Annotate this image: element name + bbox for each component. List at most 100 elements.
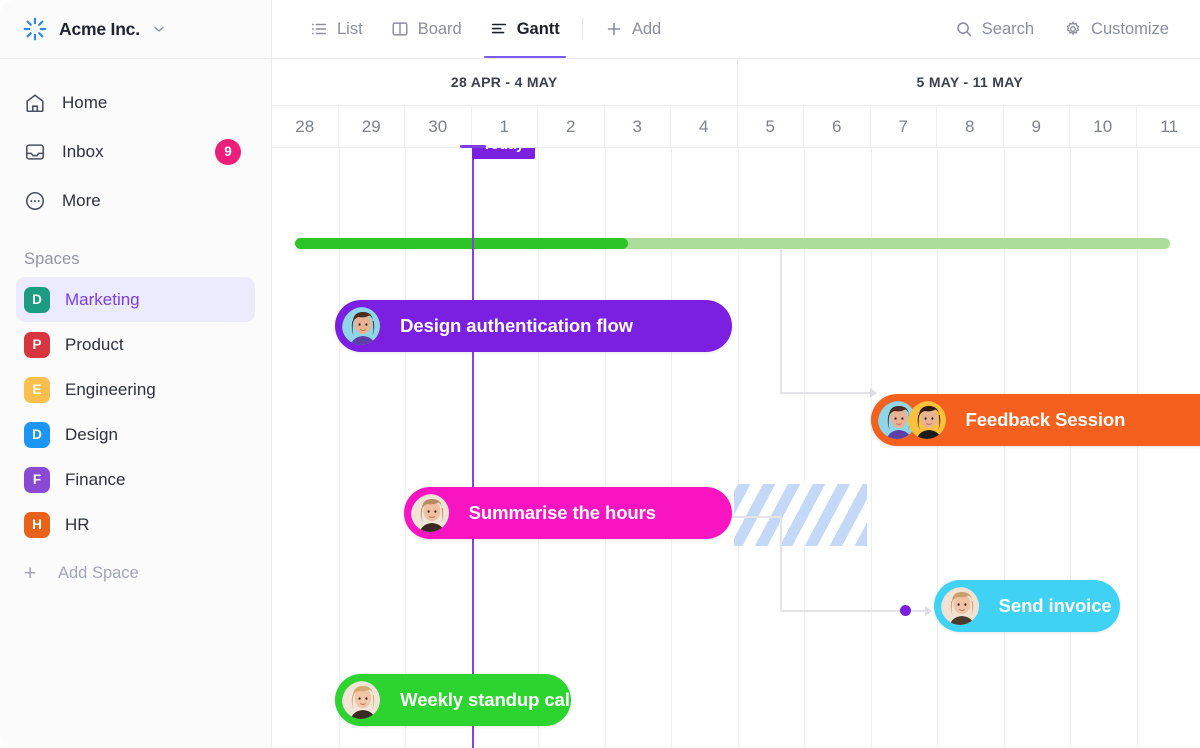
space-avatar: F	[24, 467, 50, 493]
day-column-header: 1	[472, 106, 539, 147]
dependency-line	[725, 516, 781, 518]
gantt-task-bar[interactable]: Weekly standup call	[335, 674, 571, 726]
sidebar-item-design[interactable]: D Design	[16, 412, 255, 457]
day-column-header: 2	[538, 106, 605, 147]
blocked-region-hatch	[734, 484, 867, 546]
dependency-line	[780, 516, 782, 611]
list-icon	[310, 20, 328, 38]
main-content: List Board Gantt	[272, 0, 1200, 748]
task-title: Weekly standup call	[400, 689, 575, 711]
gantt-day-header: 2829301234567891011	[272, 106, 1200, 148]
space-label: HR	[65, 515, 90, 535]
inbox-icon	[24, 141, 46, 163]
gantt-task-bar[interactable]: Summarise the hours	[404, 487, 733, 539]
gantt-task-bar[interactable]: Send invoice	[934, 580, 1120, 632]
overall-progress-fill	[295, 238, 628, 249]
space-avatar: D	[24, 422, 50, 448]
today-marker-chip: Today	[472, 148, 536, 159]
dependency-line	[780, 392, 872, 394]
task-title: Design authentication flow	[400, 315, 633, 337]
sidebar-item-finance[interactable]: FFinance	[16, 457, 255, 502]
day-column-header: 9	[1004, 106, 1071, 147]
sidebar-item-marketing[interactable]: DMarketing	[16, 277, 255, 322]
tab-label: Board	[418, 20, 462, 39]
home-icon	[24, 92, 46, 114]
tab-label: List	[337, 20, 363, 39]
sidebar-item-label: Inbox	[62, 142, 104, 162]
day-column-header: 3	[605, 106, 672, 147]
day-column-header: 5	[738, 106, 805, 147]
dependency-arrow-icon	[870, 388, 877, 398]
inbox-unread-badge: 9	[215, 139, 241, 165]
tab-label: Gantt	[517, 20, 560, 39]
plus-icon	[605, 20, 623, 38]
week-range-label: 28 APR - 4 MAY	[272, 59, 738, 105]
dependency-milestone-dot	[900, 605, 911, 616]
gantt-task-bar[interactable]: Feedback Session	[871, 394, 1200, 446]
today-marker-line	[472, 148, 474, 748]
view-toolbar: List Board Gantt	[272, 0, 1200, 59]
day-column-header: 6	[804, 106, 871, 147]
plus-icon: +	[24, 563, 40, 584]
space-label: Product	[65, 335, 124, 355]
avatar	[939, 585, 981, 627]
toolbar-right-group: Search Customize	[943, 13, 1181, 46]
customize-label: Customize	[1091, 20, 1169, 39]
avatar	[906, 399, 948, 441]
search-icon	[955, 20, 973, 38]
space-avatar: H	[24, 512, 50, 538]
gantt-grid: Today Design authentication flow Feedback …	[272, 148, 1200, 748]
sidebar-item-inbox[interactable]: Inbox 9	[0, 127, 271, 176]
customize-button[interactable]: Customize	[1052, 13, 1181, 46]
space-avatar: E	[24, 377, 50, 403]
toolbar-divider	[582, 18, 583, 40]
board-icon	[391, 20, 409, 38]
gantt-task-bar[interactable]: Design authentication flow	[335, 300, 732, 352]
sidebar-item-engineering[interactable]: E Engineering	[16, 367, 255, 412]
avatar	[340, 305, 382, 347]
ellipsis-circle-icon	[24, 190, 46, 212]
add-view-button[interactable]: Add	[591, 0, 675, 58]
gear-icon	[1064, 20, 1082, 38]
day-column-header: 11	[1137, 106, 1200, 147]
sidebar-item-hr[interactable]: H HR	[16, 502, 255, 547]
task-assignees	[340, 305, 382, 347]
dependency-line	[780, 239, 782, 393]
gantt-week-header: 28 APR - 4 MAY5 MAY - 11 MAY	[272, 59, 1200, 106]
tab-board[interactable]: Board	[377, 0, 476, 58]
day-column-header: 7	[871, 106, 938, 147]
day-column-header: 30	[405, 106, 472, 147]
add-space-button[interactable]: + Add Space	[0, 551, 271, 595]
task-assignees	[876, 399, 948, 441]
workspace-switcher[interactable]: Acme Inc.	[0, 0, 271, 59]
space-avatar: P	[24, 332, 50, 358]
day-column-header: 29	[339, 106, 406, 147]
day-column-header: 10	[1070, 106, 1137, 147]
task-title: Send invoice	[999, 595, 1112, 617]
task-assignees	[939, 585, 981, 627]
space-label: Design	[65, 425, 118, 445]
task-assignees	[409, 492, 451, 534]
search-label: Search	[982, 20, 1034, 39]
chevron-down-icon	[153, 23, 165, 38]
dependency-arrow-icon	[925, 606, 932, 616]
primary-nav: Home Inbox 9	[0, 59, 271, 225]
avatar	[409, 492, 451, 534]
search-button[interactable]: Search	[943, 13, 1046, 46]
spaces-section-title: Spaces	[0, 250, 271, 269]
sidebar-item-label: Home	[62, 93, 107, 113]
space-label: Marketing	[65, 290, 140, 310]
add-view-label: Add	[632, 20, 661, 39]
tab-gantt[interactable]: Gantt	[476, 0, 574, 58]
sidebar-item-product[interactable]: P Product	[16, 322, 255, 367]
sidebar: Acme Inc. Home	[0, 0, 272, 748]
gantt-app-window: Acme Inc. Home	[0, 0, 1200, 748]
day-column-header: 28	[272, 106, 339, 147]
sidebar-item-home[interactable]: Home	[0, 78, 271, 127]
avatar	[340, 679, 382, 721]
task-assignees	[340, 679, 382, 721]
sidebar-item-more[interactable]: More	[0, 176, 271, 225]
task-title: Summarise the hours	[469, 502, 656, 524]
space-label: Engineering	[65, 380, 156, 400]
tab-list[interactable]: List	[296, 0, 377, 58]
